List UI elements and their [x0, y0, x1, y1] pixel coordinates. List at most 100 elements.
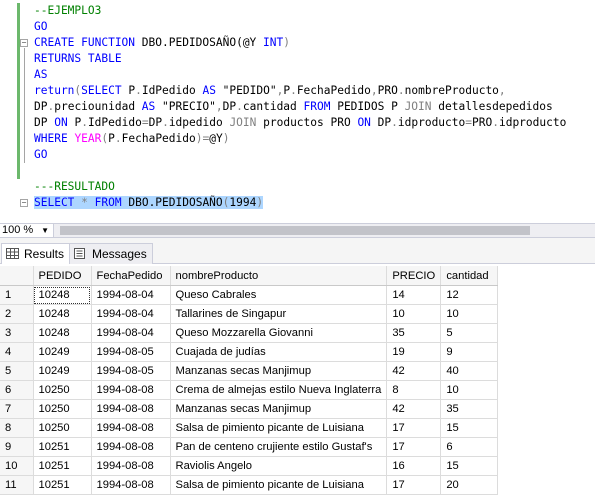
table-cell[interactable]: 10250: [33, 418, 92, 438]
table-row[interactable]: 10 10251 1994-08-08 Raviolis Angelo 16 15: [0, 456, 499, 476]
table-cell[interactable]: 19: [386, 342, 442, 362]
table-cell[interactable]: 14: [386, 285, 442, 305]
horizontal-scrollbar[interactable]: [60, 226, 530, 235]
table-cell[interactable]: 1994-08-08: [91, 399, 171, 419]
table-cell[interactable]: 1994-08-05: [91, 361, 171, 381]
code-line[interactable]: ---RESULTADO: [34, 179, 566, 195]
table-row[interactable]: 9 10251 1994-08-08 Pan de centeno crujiente…: [0, 437, 499, 457]
table-cell[interactable]: Cuajada de judías: [170, 342, 388, 362]
table-cell[interactable]: 10: [440, 304, 499, 324]
row-number[interactable]: 2: [0, 304, 34, 324]
row-number[interactable]: 1: [0, 285, 34, 305]
table-cell[interactable]: 42: [386, 399, 442, 419]
table-row[interactable]: 3 10248 1994-08-04 Queso Mozzarella Giovann…: [0, 323, 499, 343]
column-header[interactable]: FechaPedido: [91, 266, 171, 286]
row-number[interactable]: 3: [0, 323, 34, 343]
row-number[interactable]: 9: [0, 437, 34, 457]
table-cell[interactable]: 40: [440, 361, 499, 381]
table-cell[interactable]: 10249: [33, 361, 92, 381]
table-cell[interactable]: 17: [386, 437, 442, 457]
column-header[interactable]: PEDIDO: [33, 266, 92, 286]
table-cell[interactable]: 1994-08-04: [91, 285, 171, 305]
table-cell[interactable]: 10248: [33, 285, 92, 305]
row-number[interactable]: 8: [0, 418, 34, 438]
row-number-header[interactable]: [0, 266, 34, 286]
tab-results[interactable]: Results: [1, 243, 71, 264]
table-cell[interactable]: 35: [386, 323, 442, 343]
table-cell[interactable]: 1994-08-08: [91, 380, 171, 400]
table-cell[interactable]: Queso Cabrales: [170, 285, 388, 305]
table-cell[interactable]: 20: [440, 475, 499, 495]
column-header[interactable]: cantidad: [440, 266, 499, 286]
table-cell[interactable]: 17: [386, 418, 442, 438]
code-line[interactable]: [34, 163, 566, 179]
collapse-toggle[interactable]: −: [20, 39, 28, 47]
table-cell[interactable]: 10251: [33, 456, 92, 476]
code-line[interactable]: SELECT * FROM DBO.PEDIDOSAÑO(1994): [34, 195, 566, 211]
zoom-select[interactable]: 100 % ▼: [0, 224, 54, 237]
table-cell[interactable]: 1994-08-05: [91, 342, 171, 362]
table-cell[interactable]: 42: [386, 361, 442, 381]
row-number[interactable]: 5: [0, 361, 34, 381]
code-line[interactable]: DP ON P.IdPedido=DP.idpedido JOIN produc…: [34, 115, 566, 131]
table-cell[interactable]: 10248: [33, 304, 92, 324]
table-row[interactable]: 4 10249 1994-08-05 Cuajada de judías 19 9: [0, 342, 499, 362]
table-cell[interactable]: 10248: [33, 323, 92, 343]
column-header[interactable]: PRECIO: [386, 266, 442, 286]
table-cell[interactable]: 10250: [33, 380, 92, 400]
table-row[interactable]: 7 10250 1994-08-08 Manzanas secas Manjimup 4…: [0, 399, 499, 419]
query-editor[interactable]: − − --EJEMPLO3 GO CREATE FUNCTION DBO.PEDI…: [0, 0, 595, 223]
table-cell[interactable]: 8: [386, 380, 442, 400]
table-row[interactable]: 11 10251 1994-08-08 Salsa de pimiento pican…: [0, 475, 499, 495]
table-row[interactable]: 8 10250 1994-08-08 Salsa de pimiento picant…: [0, 418, 499, 438]
table-cell[interactable]: Pan de centeno crujiente estilo Gustaf's: [170, 437, 388, 457]
table-cell[interactable]: 1994-08-04: [91, 304, 171, 324]
row-number[interactable]: 4: [0, 342, 34, 362]
table-cell[interactable]: 17: [386, 475, 442, 495]
code-line[interactable]: GO: [34, 19, 566, 35]
table-cell[interactable]: 16: [386, 456, 442, 476]
code-line[interactable]: WHERE YEAR(P.FechaPedido)=@Y): [34, 131, 566, 147]
results-grid[interactable]: PEDIDO FechaPedido nombreProducto PRECIO…: [0, 266, 499, 495]
table-cell[interactable]: 10: [440, 380, 499, 400]
table-row[interactable]: 1 10248 1994-08-04 Queso Cabrales 14 12: [0, 285, 499, 305]
code-line[interactable]: return(SELECT P.IdPedido AS "PEDIDO",P.F…: [34, 83, 566, 99]
row-number[interactable]: 6: [0, 380, 34, 400]
table-cell[interactable]: Crema de almejas estilo Nueva Inglaterra: [170, 380, 388, 400]
table-cell[interactable]: 10250: [33, 399, 92, 419]
table-cell[interactable]: 1994-08-08: [91, 475, 171, 495]
row-number[interactable]: 11: [0, 475, 34, 495]
column-header[interactable]: nombreProducto: [170, 266, 388, 286]
table-cell[interactable]: 15: [440, 418, 499, 438]
table-cell[interactable]: 6: [440, 437, 499, 457]
table-cell[interactable]: Salsa de pimiento picante de Luisiana: [170, 418, 388, 438]
table-row[interactable]: 5 10249 1994-08-05 Manzanas secas Manjimup 4…: [0, 361, 499, 381]
table-cell[interactable]: 10: [386, 304, 442, 324]
table-cell[interactable]: 9: [440, 342, 499, 362]
table-cell[interactable]: 5: [440, 323, 499, 343]
row-number[interactable]: 7: [0, 399, 34, 419]
table-cell[interactable]: 1994-08-08: [91, 418, 171, 438]
table-cell[interactable]: 12: [440, 285, 499, 305]
table-cell[interactable]: Queso Mozzarella Giovanni: [170, 323, 388, 343]
table-row[interactable]: 6 10250 1994-08-08 Crema de almejas estilo …: [0, 380, 499, 400]
code-line[interactable]: GO: [34, 147, 566, 163]
table-cell[interactable]: Tallarines de Singapur: [170, 304, 388, 324]
table-cell[interactable]: 1994-08-04: [91, 323, 171, 343]
sql-code[interactable]: --EJEMPLO3 GO CREATE FUNCTION DBO.PEDIDOSA…: [34, 3, 566, 211]
table-cell[interactable]: Manzanas secas Manjimup: [170, 361, 388, 381]
table-row[interactable]: 2 10248 1994-08-04 Tallarines de Singapur 10…: [0, 304, 499, 324]
code-line[interactable]: --EJEMPLO3: [34, 3, 566, 19]
code-line[interactable]: RETURNS TABLE: [34, 51, 566, 67]
table-cell[interactable]: Manzanas secas Manjimup: [170, 399, 388, 419]
code-line[interactable]: AS: [34, 67, 566, 83]
table-cell[interactable]: 10251: [33, 437, 92, 457]
row-number[interactable]: 10: [0, 456, 34, 476]
code-line[interactable]: CREATE FUNCTION DBO.PEDIDOSAÑO(@Y INT): [34, 35, 566, 51]
table-cell[interactable]: 35: [440, 399, 499, 419]
tab-messages[interactable]: Messages: [69, 243, 153, 264]
table-cell[interactable]: Raviolis Angelo: [170, 456, 388, 476]
table-cell[interactable]: 10249: [33, 342, 92, 362]
code-line[interactable]: DP.preciounidad AS "PRECIO",DP.cantidad …: [34, 99, 566, 115]
table-cell[interactable]: 15: [440, 456, 499, 476]
